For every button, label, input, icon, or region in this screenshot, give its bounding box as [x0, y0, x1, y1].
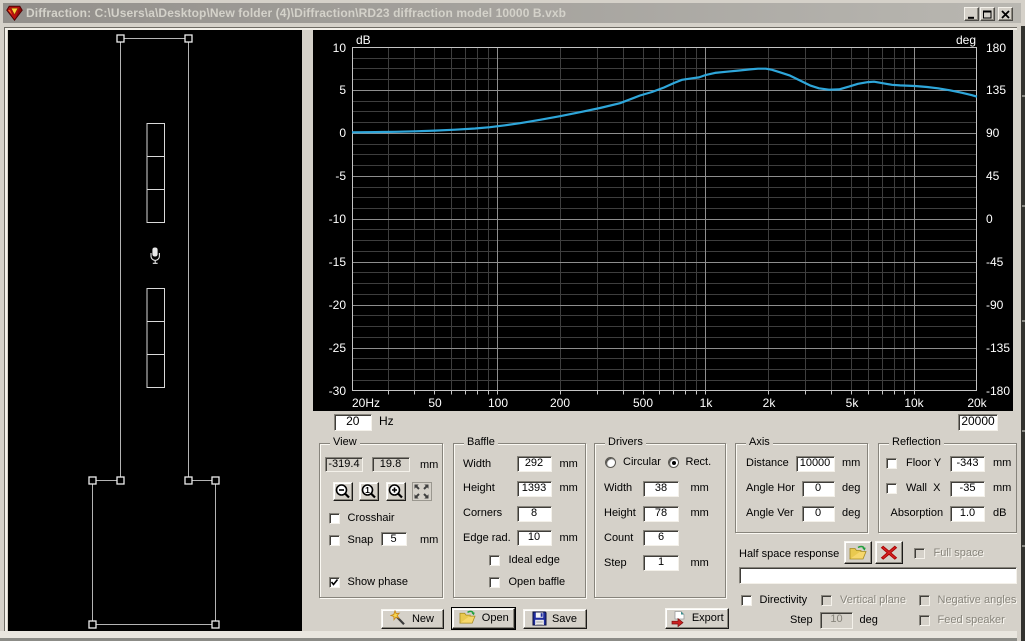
svg-text:-30: -30	[329, 384, 347, 398]
svg-text:5: 5	[339, 83, 346, 97]
svg-text:-10: -10	[329, 212, 347, 226]
svg-text:135: 135	[986, 83, 1006, 97]
svg-text:20Hz: 20Hz	[352, 396, 380, 410]
svg-text:50: 50	[428, 396, 442, 410]
svg-text:20k: 20k	[967, 396, 987, 410]
svg-text:100: 100	[488, 396, 508, 410]
svg-text:10: 10	[333, 41, 347, 55]
svg-text:200: 200	[550, 396, 570, 410]
svg-text:0: 0	[986, 212, 993, 226]
svg-text:dB: dB	[356, 33, 371, 47]
svg-text:1k: 1k	[700, 396, 714, 410]
svg-text:45: 45	[986, 169, 1000, 183]
svg-text:deg: deg	[956, 33, 976, 47]
svg-text:-20: -20	[329, 298, 347, 312]
svg-text:5k: 5k	[846, 396, 860, 410]
svg-text:-135: -135	[986, 341, 1010, 355]
svg-text:-5: -5	[335, 169, 346, 183]
svg-text:10k: 10k	[904, 396, 924, 410]
svg-text:180: 180	[986, 41, 1006, 55]
svg-text:-15: -15	[329, 255, 347, 269]
svg-text:0: 0	[339, 126, 346, 140]
svg-text:1: 1	[365, 485, 370, 495]
svg-text:-45: -45	[986, 255, 1004, 269]
svg-text:90: 90	[986, 126, 1000, 140]
svg-text:500: 500	[633, 396, 653, 410]
svg-text:-90: -90	[986, 298, 1004, 312]
svg-text:-180: -180	[986, 384, 1010, 398]
svg-text:2k: 2k	[763, 396, 777, 410]
svg-text:-25: -25	[329, 341, 347, 355]
